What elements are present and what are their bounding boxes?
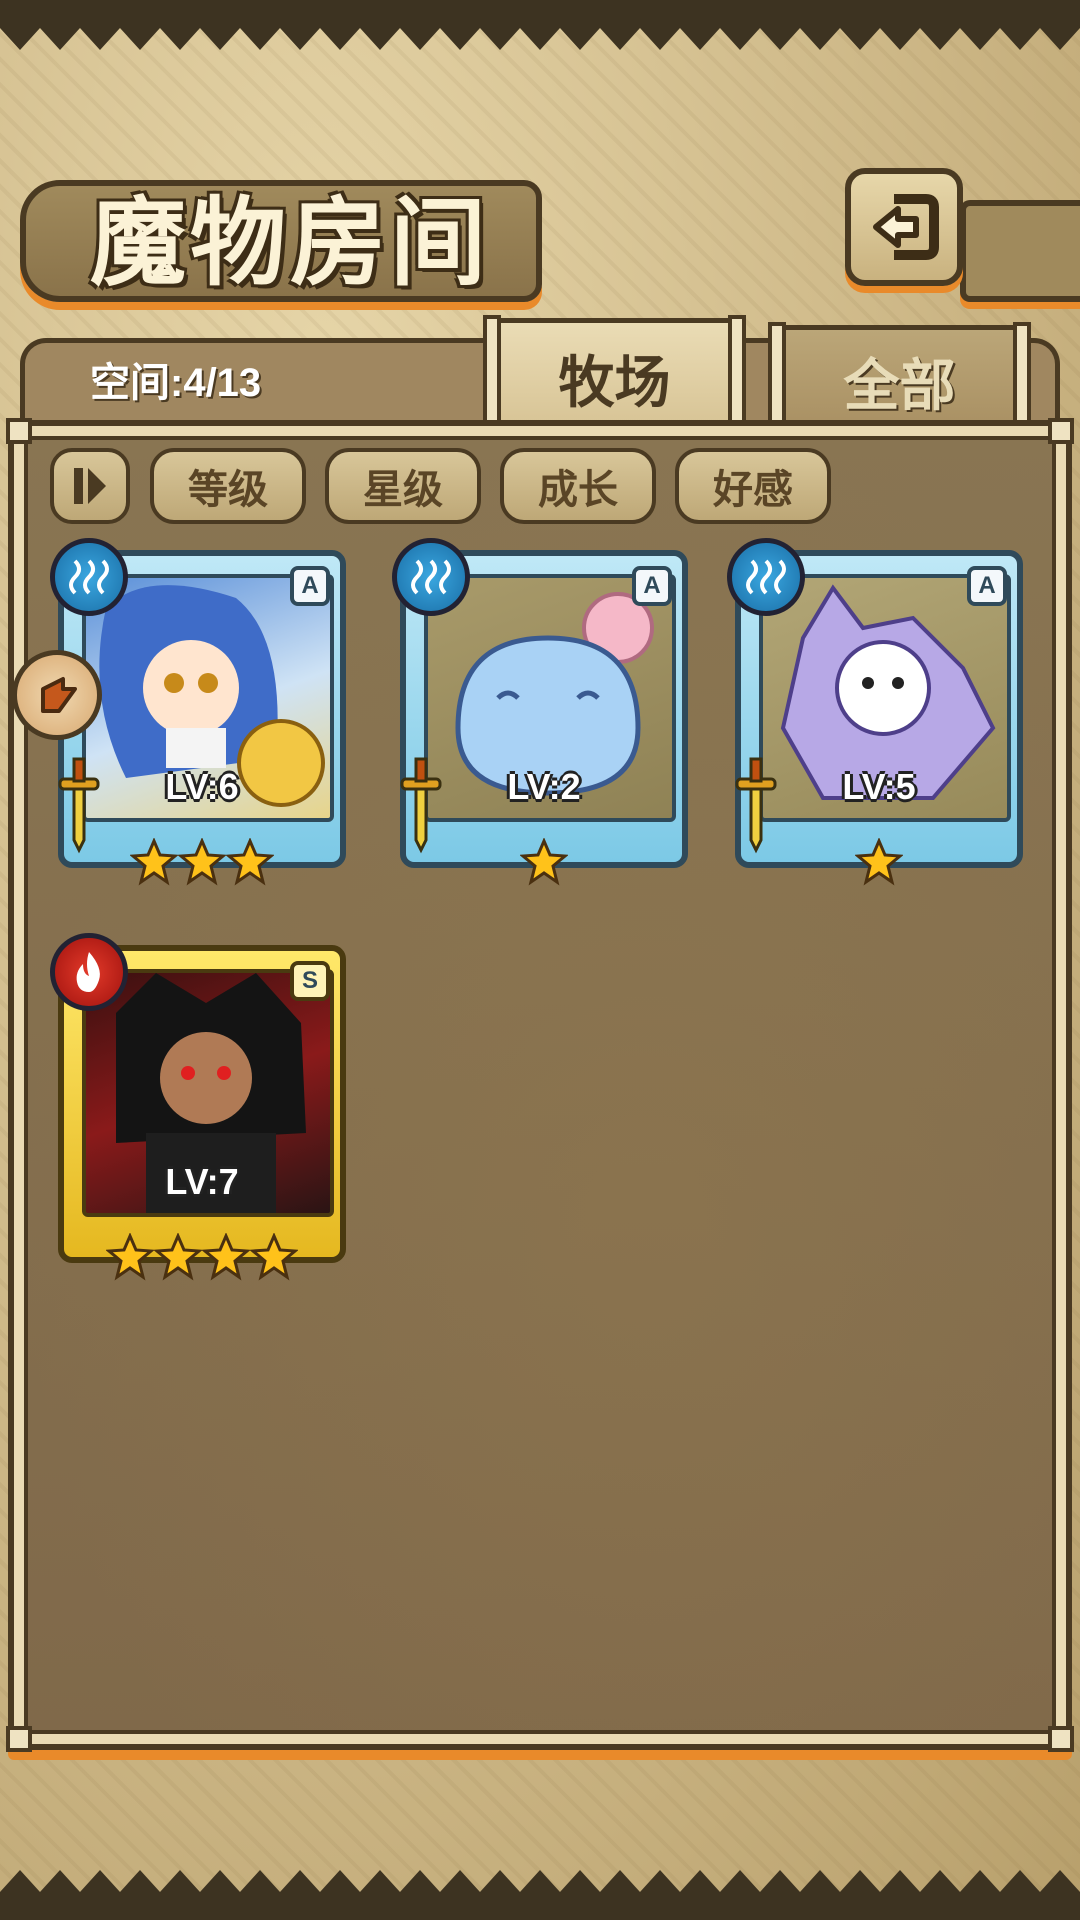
- sort-order-toggle[interactable]: [50, 448, 130, 524]
- tab-all-label: 全部: [843, 353, 956, 419]
- star-icon: [855, 838, 903, 886]
- star-icon: [520, 838, 568, 886]
- sort-by-growth-button[interactable]: 成长: [500, 448, 656, 524]
- panel-corner: [1048, 1726, 1074, 1752]
- star-icon: [130, 838, 178, 886]
- capacity-label: 空间:4/13: [90, 361, 262, 405]
- panel-corner: [6, 1726, 32, 1752]
- tab-ranch[interactable]: 牧场: [483, 315, 746, 434]
- rank-badge: A: [632, 566, 672, 606]
- fire-element-icon: [50, 933, 128, 1011]
- star-icon: [154, 1233, 202, 1281]
- torn-edge-bottom: [0, 1870, 1080, 1920]
- sort-by-affinity-button[interactable]: 好感: [675, 448, 831, 524]
- star-rating: [735, 838, 1023, 886]
- water-element-icon: [727, 538, 805, 616]
- page-title: 魔物房间: [90, 186, 490, 299]
- sort-order-icon: [74, 468, 106, 504]
- star-rating: [58, 838, 346, 886]
- monster-level: LV:6: [165, 766, 239, 807]
- monster-level: LV:2: [507, 766, 581, 807]
- deploy-marker-button[interactable]: [12, 650, 102, 740]
- sort-by-level-button[interactable]: 等级: [150, 448, 306, 524]
- star-icon: [226, 838, 274, 886]
- rank-badge: A: [290, 566, 330, 606]
- back-rail: [960, 200, 1080, 302]
- star-rating: [400, 838, 688, 886]
- back-arrow-icon: [873, 194, 939, 260]
- monster-level: LV:5: [842, 766, 916, 807]
- sort-by-stars-button[interactable]: 星级: [325, 448, 481, 524]
- star-icon: [178, 838, 226, 886]
- star-icon: [106, 1233, 154, 1281]
- tab-post-right: [728, 315, 746, 433]
- rank-badge: A: [967, 566, 1007, 606]
- panel-corner: [1048, 418, 1074, 444]
- water-element-icon: [50, 538, 128, 616]
- torn-edge-top: [0, 0, 1080, 50]
- tab-all[interactable]: 全部: [768, 322, 1031, 440]
- tab-post-left: [483, 315, 501, 433]
- panel-corner: [6, 418, 32, 444]
- rank-badge: S: [290, 961, 330, 1001]
- deploy-arrow-icon: [41, 677, 77, 713]
- star-icon: [250, 1233, 298, 1281]
- star-rating: [58, 1233, 346, 1281]
- tab-ranch-label: 牧场: [558, 350, 671, 416]
- water-element-icon: [392, 538, 470, 616]
- star-icon: [202, 1233, 250, 1281]
- monster-level: LV:7: [165, 1161, 239, 1202]
- back-button[interactable]: [845, 168, 963, 286]
